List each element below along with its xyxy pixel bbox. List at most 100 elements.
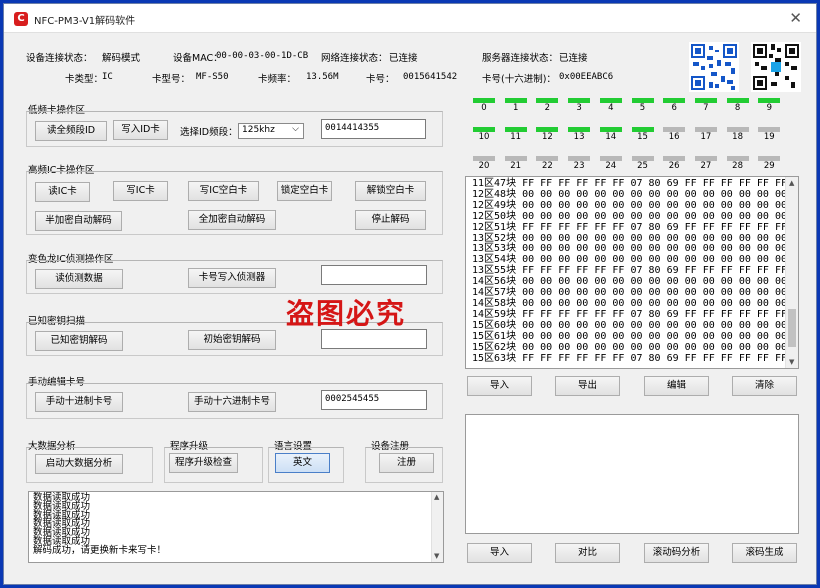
sector-indicator: 1 <box>503 98 529 114</box>
dump-import-button[interactable]: 导入 <box>467 376 532 396</box>
sector-number: 11 <box>510 132 522 142</box>
write-ic-button[interactable]: 写IC卡 <box>113 181 168 201</box>
sector-number: 29 <box>763 161 775 171</box>
output-text-area[interactable] <box>465 414 799 534</box>
sector-number: 23 <box>573 161 585 171</box>
close-icon[interactable]: ✕ <box>789 9 802 27</box>
sector-number: 28 <box>732 161 743 171</box>
sector-number: 16 <box>668 132 680 142</box>
write-detector-button[interactable]: 卡号写入侦测器 <box>188 268 276 288</box>
sector-indicator: 27 <box>693 156 719 172</box>
manual-dec-button[interactable]: 手动十进制卡号 <box>35 392 123 412</box>
rolling-gen-button[interactable]: 滚码生成 <box>732 543 797 563</box>
sector-number: 5 <box>639 103 646 113</box>
sector-number: 22 <box>541 161 553 171</box>
scroll-thumb[interactable] <box>788 309 796 347</box>
manual-card-field[interactable]: 0002545455 <box>321 390 427 410</box>
conn-status-label: 设备连接状态： <box>26 53 93 64</box>
sector-indicator: 3 <box>566 98 592 114</box>
card-model-value: MF-S50 <box>196 72 229 82</box>
dump-row: 15区63块 FF FF FF FF FF FF 07 80 69 FF FF … <box>472 352 788 364</box>
band-label: 选择ID频段： <box>180 127 238 138</box>
read-detect-button[interactable]: 读侦测数据 <box>35 269 123 289</box>
sector-number: 15 <box>637 132 648 142</box>
sector-indicator: 21 <box>503 156 529 172</box>
full-decode-button[interactable]: 全加密自动解码 <box>188 210 276 230</box>
chameleon-field[interactable] <box>321 265 427 285</box>
scroll-down-icon[interactable]: ▼ <box>434 552 439 561</box>
dump-row: 12区51块 FF FF FF FF FF FF 07 80 69 FF FF … <box>472 221 788 233</box>
sector-number: 13 <box>573 132 585 142</box>
dump-edit-button[interactable]: 编辑 <box>644 376 709 396</box>
log-line: 数据读取成功 <box>33 518 91 530</box>
unlock-blank-button[interactable]: 解锁空白卡 <box>355 181 426 201</box>
bottom-import-button[interactable]: 导入 <box>467 543 532 563</box>
write-id-button[interactable]: 写入ID卡 <box>113 120 168 140</box>
start-bigdata-button[interactable]: 启动大数据分析 <box>35 454 123 474</box>
sector-number: 12 <box>541 132 553 142</box>
sector-number: 2 <box>544 103 551 113</box>
sector-indicator: 0 <box>471 98 497 114</box>
dump-row: 15区62块 00 00 00 00 00 00 00 00 00 00 00 … <box>472 341 799 353</box>
sector-indicator: 13 <box>566 127 592 143</box>
scroll-up-icon[interactable]: ▲ <box>434 493 439 502</box>
app-window: C NFC-PM3-V1解码软件 ✕ 设备连接状态： 解码模式 设备MAC： 0… <box>3 3 817 585</box>
sector-indicator: 23 <box>566 156 592 172</box>
write-blank-button[interactable]: 写IC空白卡 <box>188 181 259 201</box>
init-key-decode-button[interactable]: 初始密钥解码 <box>188 330 276 350</box>
card-model-label: 卡型号： <box>152 74 191 85</box>
lf-id-field[interactable]: 0014414355 <box>321 119 426 139</box>
log-scrollbar[interactable]: ▲ ▼ <box>431 492 443 562</box>
sector-number: 9 <box>766 103 772 113</box>
upgrade-check-button[interactable]: 程序升级检查 <box>169 453 238 473</box>
sector-indicator: 14 <box>598 127 624 143</box>
card-freq-label: 卡频率： <box>258 74 297 85</box>
log-panel[interactable]: 数据读取成功 数据读取成功 数据读取成功 数据读取成功 数据读取成功 数据读取成功 解码成功… <box>28 491 444 563</box>
dump-rows: 11区47块 FF FF FF FF FF FF 07 80 69 FF FF … <box>472 178 799 364</box>
log-lines: 数据读取成功 数据读取成功 数据读取成功 数据读取成功 数据读取成功 数据读取成功 解码成功… <box>33 493 439 556</box>
half-decode-button[interactable]: 半加密自动解码 <box>35 211 122 231</box>
english-button[interactable]: 英文 <box>275 453 330 473</box>
conn-status-value: 解码模式 <box>102 53 141 64</box>
card-data-dump[interactable]: 11区47块 FF FF FF FF FF FF 07 80 69 FF FF … <box>465 176 799 369</box>
sector-indicator: 20 <box>471 156 497 172</box>
sector-number: 14 <box>605 132 617 142</box>
manual-hex-button[interactable]: 手动十六进制卡号 <box>188 392 276 412</box>
band-select[interactable]: 125khz ⌵ <box>238 123 304 139</box>
net-status-value: 已连接 <box>389 53 418 64</box>
rolling-analysis-button[interactable]: 滚动码分析 <box>644 543 709 563</box>
scroll-down-icon[interactable]: ▼ <box>789 358 794 366</box>
register-button[interactable]: 注册 <box>379 453 434 473</box>
sector-indicator: 2 <box>534 98 560 114</box>
dump-export-button[interactable]: 导出 <box>555 376 620 396</box>
sector-number: 24 <box>605 161 617 171</box>
known-key-decode-button[interactable]: 已知密钥解码 <box>35 331 123 351</box>
scroll-up-icon[interactable]: ▲ <box>789 179 794 187</box>
qr-code-icon <box>751 42 801 92</box>
stop-decode-button[interactable]: 停止解码 <box>355 210 426 230</box>
dump-clear-button[interactable]: 清除 <box>732 376 797 396</box>
compare-button[interactable]: 对比 <box>555 543 620 563</box>
sector-number: 21 <box>510 161 522 171</box>
sector-number: 1 <box>512 103 519 113</box>
sector-indicator: 29 <box>756 156 782 172</box>
watermark-text: 盗图必究 <box>286 297 407 330</box>
server-status-label: 服务器连接状态： <box>482 53 559 64</box>
sector-number: 17 <box>700 132 712 142</box>
dump-row: 12区50块 00 00 00 00 00 00 00 00 00 00 00 … <box>472 210 799 222</box>
sector-indicator: 12 <box>534 127 560 143</box>
sector-indicator: 17 <box>693 127 719 143</box>
sector-indicator: 25 <box>630 156 656 172</box>
dump-scrollbar[interactable]: ▲ ▼ <box>785 177 798 368</box>
sector-number: 4 <box>608 103 614 113</box>
read-all-band-button[interactable]: 读全频段ID <box>35 121 107 141</box>
known-key-field[interactable] <box>321 329 427 349</box>
sector-indicator: 22 <box>534 156 560 172</box>
sector-number: 26 <box>668 161 680 171</box>
card-no-label: 卡号： <box>366 74 395 85</box>
lock-blank-button[interactable]: 锁定空白卡 <box>277 181 332 201</box>
sector-indicator: 6 <box>661 98 687 114</box>
sector-number: 18 <box>732 132 743 142</box>
read-ic-button[interactable]: 读IC卡 <box>35 182 90 202</box>
sector-number: 7 <box>703 103 709 113</box>
